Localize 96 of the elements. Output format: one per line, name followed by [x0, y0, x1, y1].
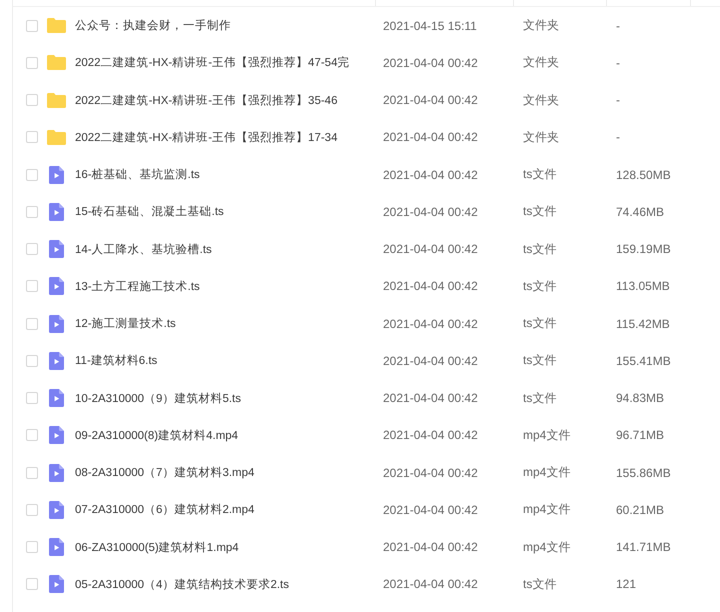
video-file-icon	[49, 314, 64, 333]
file-type: 文件夹	[523, 92, 559, 109]
file-name[interactable]: 15-砖石基础、混凝土基础.ts	[75, 204, 224, 220]
file-size: 155.41MB	[616, 354, 671, 368]
video-file-icon	[49, 464, 64, 482]
modified-date: 2021-04-04 00:42	[383, 391, 478, 406]
file-name[interactable]: 05-2A310000（4）建筑结构技术要求2.ts	[75, 576, 289, 592]
file-size: 115.42MB	[616, 316, 670, 331]
row-checkbox[interactable]	[26, 20, 38, 32]
folder-icon	[47, 55, 66, 70]
video-file-icon	[49, 389, 64, 408]
file-type: ts文件	[523, 352, 556, 370]
row-checkbox[interactable]	[26, 280, 38, 292]
file-name[interactable]: 2022二建建筑-HX-精讲班-王伟【强烈推荐】47-54完	[75, 55, 350, 70]
modified-date: 2021-04-04 00:42	[383, 130, 478, 144]
file-size: 128.50MB	[616, 168, 671, 182]
row-checkbox[interactable]	[26, 243, 38, 256]
file-size: -	[616, 93, 620, 108]
file-name[interactable]: 07-2A310000（6）建筑材料2.mp4	[75, 502, 254, 518]
file-name[interactable]: 11-建筑材料6.ts	[75, 353, 158, 368]
file-size: 94.83MB	[616, 391, 664, 406]
modified-date: 2021-04-04 00:42	[383, 354, 478, 368]
modified-date: 2021-04-15 15:11	[383, 18, 477, 33]
video-file-icon	[49, 352, 64, 370]
modified-date: 2021-04-04 00:42	[383, 466, 478, 480]
video-file-icon	[49, 166, 64, 184]
modified-date: 2021-04-04 00:42	[383, 502, 478, 517]
file-name[interactable]: 14-人工降水、基坑验槽.ts	[75, 242, 212, 257]
file-name[interactable]: 13-土方工程施工技术.ts	[75, 278, 200, 294]
file-name[interactable]: 公众号：执建会财，一手制作	[75, 18, 231, 34]
file-type: ts文件	[523, 390, 556, 407]
video-file-icon	[49, 500, 64, 519]
file-name[interactable]: 2022二建建筑-HX-精讲班-王伟【强烈推荐】35-46	[75, 92, 338, 108]
video-file-icon	[49, 538, 64, 556]
file-type: mp4文件	[523, 501, 570, 518]
file-size: 141.71MB	[616, 540, 671, 554]
row-checkbox[interactable]	[26, 56, 38, 69]
row-checkbox[interactable]	[26, 354, 38, 367]
file-type: 文件夹	[523, 128, 559, 146]
file-type: mp4文件	[523, 426, 570, 444]
modified-date: 2021-04-04 00:42	[383, 316, 478, 331]
file-type: ts文件	[523, 203, 556, 220]
file-size: 96.71MB	[616, 428, 664, 442]
row-checkbox[interactable]	[26, 504, 38, 516]
file-size: -	[616, 130, 620, 144]
row-checkbox[interactable]	[26, 94, 38, 106]
file-type: 文件夹	[523, 17, 559, 34]
file-size: 113.05MB	[616, 279, 670, 294]
modified-date: 2021-04-04 00:42	[383, 540, 478, 554]
video-file-icon	[49, 202, 64, 221]
row-checkbox[interactable]	[26, 541, 38, 554]
file-name[interactable]: 06-ZA310000(5)建筑材料1.mp4	[75, 540, 239, 555]
folder-icon	[47, 130, 66, 145]
file-name[interactable]: 10-2A310000（9）建筑材料5.ts	[75, 390, 241, 406]
file-name[interactable]: 08-2A310000（7）建筑材料3.mp4	[75, 465, 254, 480]
file-size: 159.19MB	[616, 242, 671, 256]
row-checkbox[interactable]	[26, 206, 38, 218]
row-checkbox[interactable]	[26, 168, 38, 181]
file-type: mp4文件	[523, 538, 570, 556]
modified-date: 2021-04-04 00:42	[383, 242, 478, 256]
video-file-icon	[49, 426, 64, 444]
folder-icon	[47, 18, 66, 34]
modified-date: 2021-04-04 00:42	[383, 428, 478, 442]
row-checkbox[interactable]	[26, 392, 38, 404]
file-name[interactable]: 09-2A310000(8)建筑材料4.mp4	[75, 428, 238, 443]
row-checkbox[interactable]	[26, 466, 38, 479]
file-type: ts文件	[523, 166, 556, 184]
row-checkbox[interactable]	[26, 429, 38, 442]
file-size: 121	[616, 577, 636, 592]
modified-date: 2021-04-04 00:42	[383, 168, 478, 182]
file-size: 60.21MB	[616, 502, 664, 517]
video-file-icon	[49, 277, 64, 296]
video-file-icon	[49, 240, 64, 258]
row-checkbox[interactable]	[26, 131, 38, 144]
modified-date: 2021-04-04 00:42	[383, 279, 478, 294]
file-type: mp4文件	[523, 464, 570, 482]
video-file-icon	[49, 575, 64, 594]
row-checkbox[interactable]	[26, 318, 38, 330]
file-size: -	[616, 56, 620, 70]
file-name[interactable]: 2022二建建筑-HX-精讲班-王伟【强烈推荐】17-34	[75, 130, 338, 145]
file-size: -	[616, 18, 620, 33]
file-name[interactable]: 16-桩基础、基坑监测.ts	[75, 167, 200, 182]
file-name[interactable]: 12-施工测量技术.ts	[75, 316, 176, 332]
file-type: 文件夹	[523, 54, 559, 72]
modified-date: 2021-04-04 00:42	[383, 204, 478, 219]
file-type: ts文件	[523, 315, 556, 332]
file-size: 155.86MB	[616, 466, 671, 480]
file-type: ts文件	[523, 576, 556, 593]
modified-date: 2021-04-04 00:42	[383, 56, 478, 70]
modified-date: 2021-04-04 00:42	[383, 577, 478, 592]
file-type: ts文件	[523, 240, 556, 258]
modified-date: 2021-04-04 00:42	[383, 93, 478, 108]
folder-icon	[47, 92, 66, 108]
file-size: 74.46MB	[616, 204, 664, 219]
file-type: ts文件	[523, 278, 556, 295]
row-checkbox[interactable]	[26, 578, 38, 590]
